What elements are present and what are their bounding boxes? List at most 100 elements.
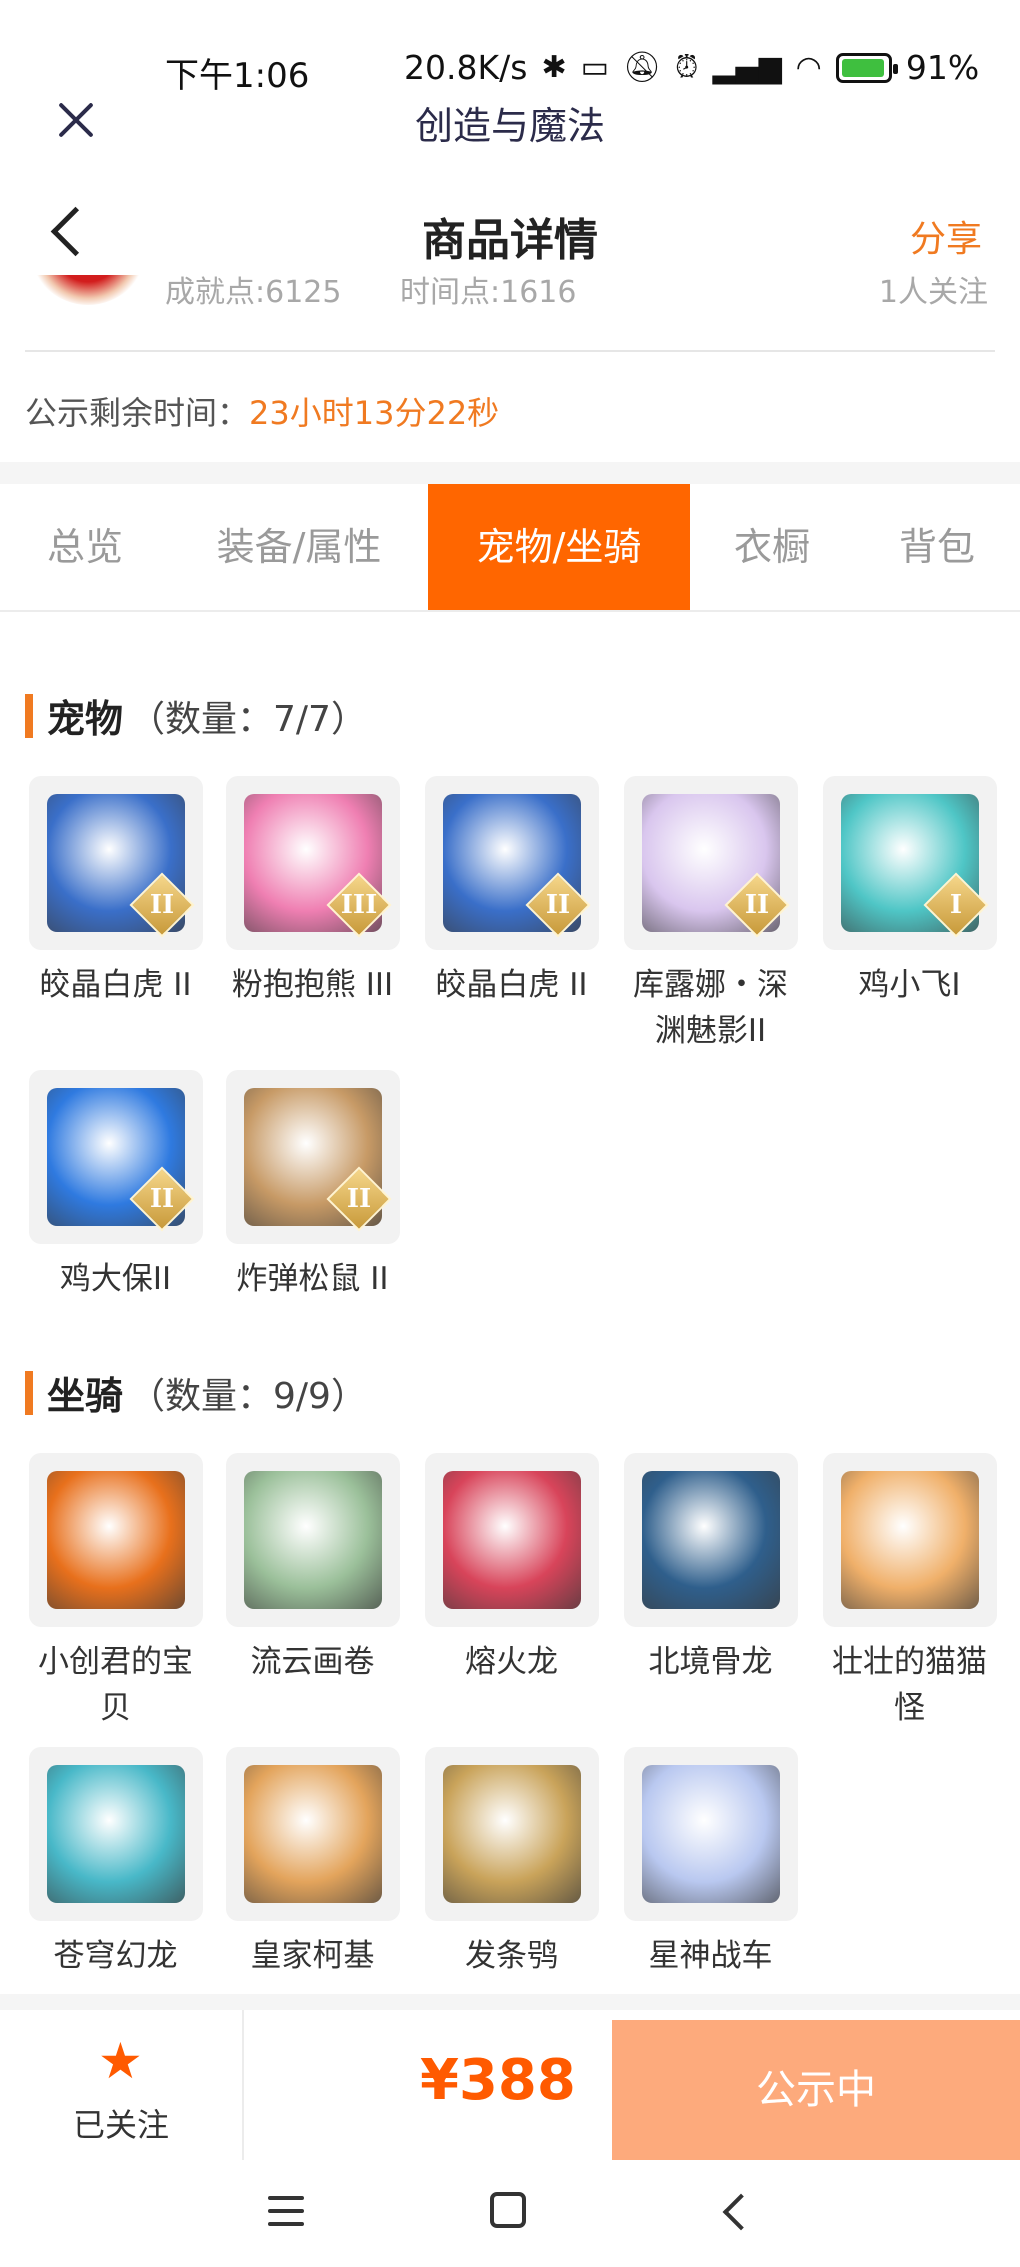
pets-item[interactable]: II 皎晶白虎 II	[28, 776, 203, 1008]
item-thumbnail: III	[225, 776, 400, 950]
tab-wardrobe[interactable]: 衣橱	[690, 484, 854, 610]
bottom-action-bar: ★ 已关注 ¥388 公示中	[0, 2010, 1020, 2160]
item-name: 皎晶白虎 II	[39, 967, 192, 1003]
tier-badge-label: II	[346, 1184, 371, 1214]
heading-accent-bar	[25, 693, 33, 738]
star-chariot-icon	[641, 1765, 780, 1903]
pets-item[interactable]: II 库露娜・深渊魅影II	[623, 776, 798, 1054]
alarm-icon: ⏰︎	[675, 50, 699, 85]
item-thumbnail	[225, 1747, 400, 1921]
mounts-item[interactable]: 北境骨龙	[623, 1453, 798, 1685]
tier-badge-label: II	[545, 890, 570, 920]
achievement-points: 成就点:6125	[165, 275, 342, 310]
countdown-label: 公示剩余时间：	[25, 394, 250, 432]
sky-dragon-icon	[46, 1765, 185, 1903]
share-button[interactable]: 分享	[910, 210, 982, 262]
tier-badge-label: II	[149, 890, 174, 920]
mounts-item[interactable]: 星神战车	[623, 1747, 798, 1979]
net-speed: 20.8K/s	[404, 48, 528, 87]
pets-item[interactable]: II 皎晶白虎 II	[424, 776, 599, 1008]
lava-dragon-icon	[442, 1471, 581, 1609]
mounts-item[interactable]: 苍穹幻龙	[28, 1747, 203, 1979]
item-thumbnail	[28, 1453, 203, 1627]
item-thumbnail: II	[28, 1070, 203, 1244]
item-thumbnail: II	[225, 1070, 400, 1244]
item-name: 星神战车	[648, 1938, 773, 1974]
tier-badge-label: II	[744, 890, 769, 920]
item-thumbnail	[822, 1453, 997, 1627]
item-name: 皎晶白虎 II	[435, 967, 588, 1003]
item-name: 鸡小飞I	[858, 967, 961, 1003]
mounts-item[interactable]: 发条鸮	[424, 1747, 599, 1979]
cat-monster-icon	[840, 1471, 979, 1609]
item-thumbnail	[623, 1453, 798, 1627]
signal-icon: ▂▄▆	[712, 50, 782, 85]
item-name: 苍穹幻龙	[53, 1938, 178, 1974]
follow-button[interactable]: ★ 已关注	[0, 2010, 244, 2160]
category-tabs: 总览 装备/属性 宠物/坐骑 衣橱 背包	[0, 484, 1020, 612]
mounts-item[interactable]: 壮壮的猫猫怪	[822, 1453, 997, 1731]
tier-badge-label: I	[949, 890, 962, 920]
clockwork-owl-icon	[442, 1765, 581, 1903]
follower-count: 1人关注	[878, 275, 988, 310]
mounts-item[interactable]: 熔火龙	[424, 1453, 599, 1685]
divider	[25, 350, 995, 352]
bone-dragon-icon	[641, 1471, 780, 1609]
price: ¥388	[420, 2048, 576, 2113]
vibrate-icon: ▭	[580, 50, 609, 85]
mini-program-title: 创造与魔法	[414, 104, 605, 148]
pets-item[interactable]: I 鸡小飞I	[822, 776, 997, 1008]
time-points: 时间点:1616	[400, 275, 577, 310]
wifi-icon: ◠	[795, 50, 822, 85]
item-thumbnail	[424, 1453, 599, 1627]
tier-badge-label: III	[340, 890, 377, 920]
section-gap	[0, 1994, 1020, 2010]
battery-percent: 91%	[905, 48, 980, 87]
back-nav-icon[interactable]	[720, 2194, 750, 2228]
bluetooth-icon: ✱	[541, 50, 567, 85]
item-name: 炸弹松鼠 II	[236, 1261, 389, 1297]
tab-overview[interactable]: 总览	[0, 484, 170, 610]
star-icon: ★	[98, 2032, 143, 2090]
menu-icon[interactable]	[268, 2196, 304, 2226]
heading-accent-bar	[25, 1370, 33, 1415]
item-thumbnail	[225, 1453, 400, 1627]
pets-title: 宠物	[47, 697, 124, 741]
publicity-status-button[interactable]: 公示中	[612, 2020, 1020, 2160]
status-time: 下午1:06	[165, 56, 310, 96]
status-indicators: 20.8K/s ✱ ▭ 🔕︎ ⏰︎ ▂▄▆ ◠ 91%	[404, 48, 979, 87]
item-thumbnail: II	[424, 776, 599, 950]
countdown-value: 23小时13分22秒	[249, 394, 500, 432]
pets-item[interactable]: II 炸弹松鼠 II	[225, 1070, 400, 1302]
item-name: 皇家柯基	[250, 1938, 375, 1974]
item-thumbnail	[28, 1747, 203, 1921]
tab-pets-mounts[interactable]: 宠物/坐骑	[428, 484, 690, 610]
mounts-section-heading: 坐骑 （数量：9/9）	[25, 1365, 367, 1420]
mounts-item[interactable]: 小创君的宝贝	[28, 1453, 203, 1731]
home-icon[interactable]	[490, 2192, 526, 2228]
mounts-item[interactable]: 皇家柯基	[225, 1747, 400, 1979]
royal-corgi-icon	[243, 1765, 382, 1903]
item-name: 鸡大保II	[59, 1261, 172, 1297]
mounts-title: 坐骑	[47, 1374, 124, 1418]
item-name: 小创君的宝贝	[38, 1644, 193, 1726]
status-bar: 下午1:06 20.8K/s ✱ ▭ 🔕︎ ⏰︎ ▂▄▆ ◠ 91%	[0, 0, 1020, 100]
mounts-item[interactable]: 流云画卷	[225, 1453, 400, 1685]
pets-item[interactable]: II 鸡大保II	[28, 1070, 203, 1302]
mute-icon: 🔕︎	[622, 50, 662, 85]
mounts-count: （数量：9/9）	[129, 1375, 367, 1417]
battery-icon	[835, 52, 898, 83]
tab-backpack[interactable]: 背包	[854, 484, 1020, 610]
item-thumbnail: II	[623, 776, 798, 950]
bamboo-scroll-icon	[243, 1471, 382, 1609]
item-name: 粉抱抱熊 III	[231, 967, 394, 1003]
pets-item[interactable]: III 粉抱抱熊 III	[225, 776, 400, 1008]
mini-program-bar: 创造与魔法	[0, 95, 1020, 165]
system-nav-bar	[0, 2160, 1020, 2267]
pets-section-heading: 宠物 （数量：7/7）	[25, 688, 367, 743]
phoenix-icon	[46, 1471, 185, 1609]
item-name: 发条鸮	[465, 1938, 558, 1974]
tab-equipment[interactable]: 装备/属性	[170, 484, 428, 610]
item-thumbnail: I	[822, 776, 997, 950]
pets-count: （数量：7/7）	[129, 698, 367, 740]
